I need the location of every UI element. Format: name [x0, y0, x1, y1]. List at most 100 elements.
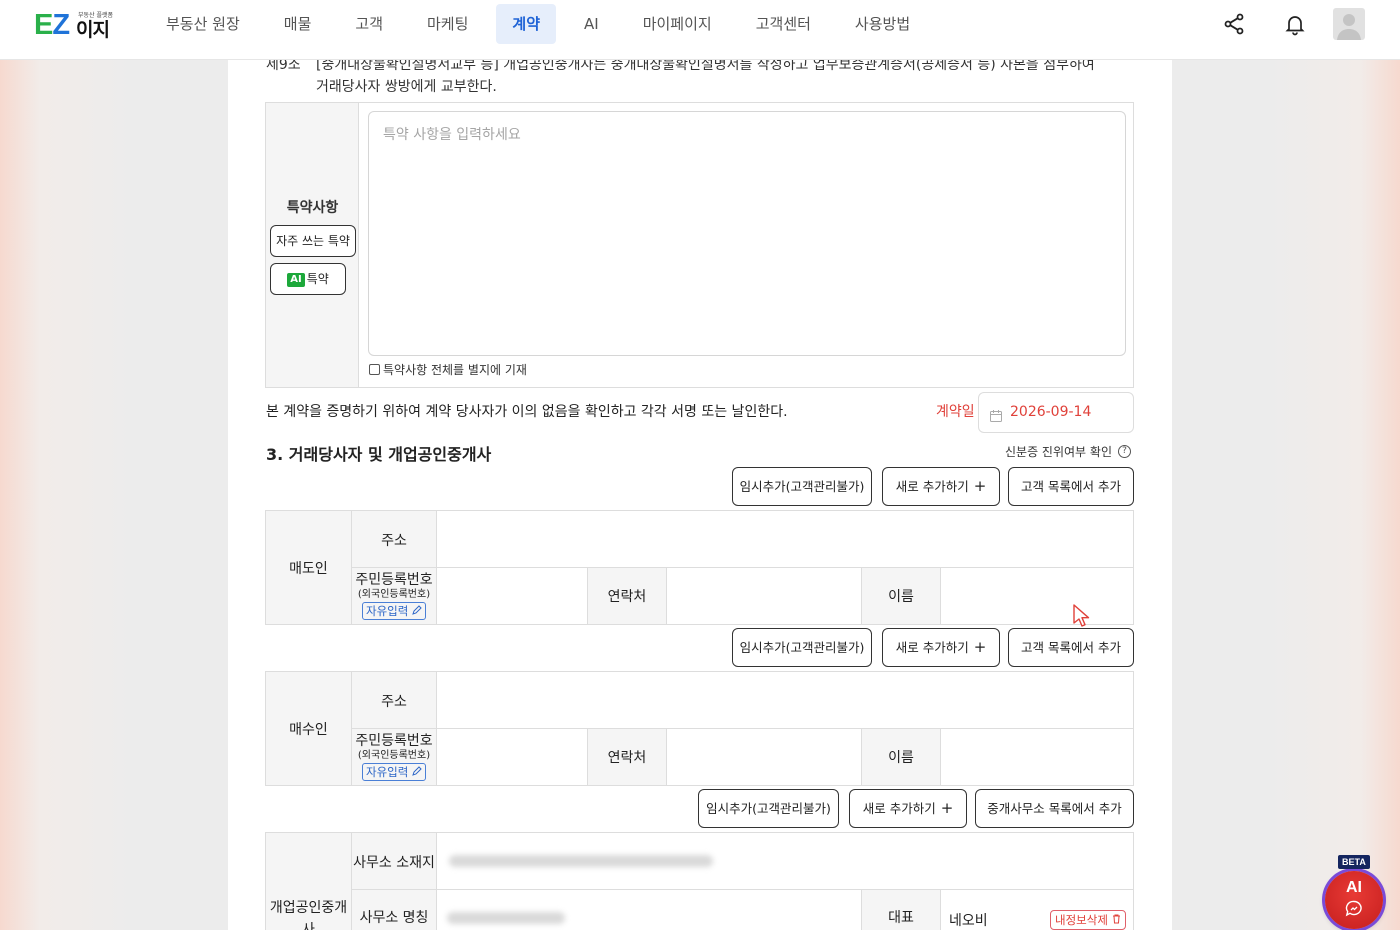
- seller-name-label: 이름: [861, 567, 940, 624]
- agent-role-label: 개업공인중개사: [266, 833, 351, 930]
- avatar[interactable]: [1333, 8, 1365, 40]
- agent-office-name-label: 사무소 명칭: [351, 889, 436, 930]
- nav-ai[interactable]: AI: [568, 4, 615, 44]
- separate-sheet-checkbox[interactable]: [369, 364, 380, 375]
- new-add-label: 새로 추가하기: [862, 801, 936, 816]
- buyer-from-customers-button[interactable]: 고객 목록에서 추가: [1008, 628, 1134, 667]
- buyer-name-label: 이름: [861, 728, 940, 785]
- ai-terms-button[interactable]: AI 특약: [270, 263, 346, 295]
- buyer-table: 매수인 주소 주민등록번호 (외국인등록번호) 자유입력 연락처 이름: [265, 671, 1134, 786]
- agent-rep-label: 대표: [861, 889, 940, 930]
- special-terms-input[interactable]: [368, 111, 1126, 356]
- id-verification-link[interactable]: 신분증 진위여부 확인 ?: [1005, 443, 1131, 460]
- section-3-title: 3. 거래당사자 및 개업공인중개사: [266, 445, 492, 464]
- nav-customers[interactable]: 고객: [339, 4, 399, 44]
- nav-ledger[interactable]: 부동산 원장: [150, 4, 256, 44]
- contract-date-value: 2026-09-14: [1010, 404, 1092, 420]
- agent-temp-add-button[interactable]: 임시추가(고객관리불가): [698, 789, 839, 828]
- logo[interactable]: EZ 부동산 플랫폼 이지: [34, 9, 114, 41]
- seller-contact-label: 연락처: [587, 567, 666, 624]
- confirmation-text: 본 계약을 증명하기 위하여 계약 당사자가 이의 없음을 확인하고 각각 서명…: [266, 404, 788, 420]
- agent-office-name-field[interactable]: [436, 889, 861, 930]
- trash-icon: [1112, 914, 1120, 924]
- pencil-icon: [412, 766, 422, 776]
- seller-temp-add-button[interactable]: 임시추가(고객관리불가): [732, 467, 872, 506]
- agent-from-offices-button[interactable]: 중개사무소 목록에서 추가: [975, 789, 1134, 828]
- buyer-address-field[interactable]: [436, 672, 1133, 729]
- ai-terms-label: 특약: [306, 272, 329, 286]
- id-verification-label: 신분증 진위여부 확인: [1005, 445, 1112, 459]
- agent-new-add-button[interactable]: 새로 추가하기 +: [849, 789, 967, 828]
- seller-new-add-button[interactable]: 새로 추가하기 +: [882, 467, 1000, 506]
- buyer-rrn-label-cell: 주민등록번호 (외국인등록번호) 자유입력: [351, 728, 436, 785]
- agent-rep-field: 네오비 내정보삭제: [940, 889, 1133, 930]
- special-terms-title: 특약사항: [286, 200, 339, 216]
- seller-contact-field[interactable]: [666, 567, 861, 624]
- chat-icon: [1345, 900, 1362, 917]
- buyer-address-label: 주소: [351, 672, 436, 729]
- mouse-cursor: [1072, 603, 1092, 633]
- buyer-contact-field[interactable]: [666, 728, 861, 785]
- seller-rrn-field[interactable]: [436, 567, 587, 624]
- frequent-terms-button[interactable]: 자주 쓰는 특약: [270, 225, 356, 257]
- agent-office-address-field[interactable]: [436, 833, 1133, 890]
- nav-howto[interactable]: 사용방법: [839, 4, 926, 44]
- contract-date-label: 계약일: [936, 404, 975, 420]
- buyer-name-field[interactable]: [940, 728, 1133, 785]
- seller-from-customers-button[interactable]: 고객 목록에서 추가: [1008, 467, 1134, 506]
- ai-assistant-label: AI: [1346, 879, 1362, 896]
- special-terms-section: 특약사항 자주 쓰는 특약 AI특약 특약사항 전체를 별지에 기재: [265, 102, 1134, 388]
- blurred-office-name: [447, 912, 565, 924]
- buyer-rrn-sub-label: (외국인등록번호): [357, 750, 431, 761]
- separate-sheet-label: 특약사항 전체를 별지에 기재: [383, 363, 527, 377]
- seller-rrn-label: 주민등록번호: [355, 572, 433, 588]
- free-input-label: 자유입력: [366, 604, 409, 618]
- free-input-label: 자유입력: [366, 765, 409, 779]
- beta-badge: BETA: [1338, 855, 1370, 869]
- separate-sheet-option[interactable]: 특약사항 전체를 별지에 기재: [369, 361, 527, 378]
- main-nav: 부동산 원장 매물 고객 마케팅 계약 AI 마이페이지 고객센터 사용방법: [150, 4, 938, 44]
- special-terms-label-cell: 특약사항 자주 쓰는 특약 AI 특약: [266, 103, 359, 387]
- new-add-label: 새로 추가하기: [895, 479, 969, 494]
- seller-free-input-button[interactable]: 자유입력: [362, 602, 426, 620]
- seller-rrn-sub-label: (외국인등록번호): [357, 589, 431, 600]
- buyer-rrn-label: 주민등록번호: [355, 733, 433, 749]
- nav-listings[interactable]: 매물: [268, 4, 328, 44]
- seller-role-label: 매도인: [266, 511, 351, 624]
- agent-rep-name: 네오비: [949, 913, 988, 929]
- plus-icon: +: [940, 799, 954, 817]
- ai-badge: AI: [287, 273, 305, 287]
- nav-mypage[interactable]: 마이페이지: [627, 4, 728, 44]
- seller-table: 매도인 주소 주민등록번호 (외국인등록번호) 자유입력 연락처 이름: [265, 510, 1134, 625]
- help-icon[interactable]: ?: [1118, 445, 1131, 458]
- agent-table: 개업공인중개사 사무소 소재지 사무소 명칭 대표 네오비 내정보삭제: [265, 832, 1134, 930]
- buyer-free-input-button[interactable]: 자유입력: [362, 763, 426, 781]
- logo-ez: EZ: [34, 9, 70, 41]
- contract-date-input[interactable]: 2026-09-14: [978, 392, 1134, 433]
- calendar-icon: [990, 407, 1002, 426]
- seller-rrn-label-cell: 주민등록번호 (외국인등록번호) 자유입력: [351, 567, 436, 624]
- seller-address-label: 주소: [351, 511, 436, 568]
- seller-address-field[interactable]: [436, 511, 1133, 568]
- new-add-label: 새로 추가하기: [895, 640, 969, 655]
- delete-my-info-label: 내정보삭제: [1055, 913, 1108, 927]
- buyer-contact-label: 연락처: [587, 728, 666, 785]
- bell-icon[interactable]: [1283, 12, 1307, 36]
- ai-assistant-button[interactable]: AI: [1325, 871, 1383, 929]
- nav-marketing[interactable]: 마케팅: [411, 4, 484, 44]
- logo-ij: 이지: [76, 19, 110, 41]
- top-navigation-bar: EZ 부동산 플랫폼 이지 부동산 원장 매물 고객 마케팅 계약 AI 마이페…: [0, 0, 1400, 60]
- buyer-new-add-button[interactable]: 새로 추가하기 +: [882, 628, 1000, 667]
- share-icon[interactable]: [1222, 12, 1246, 36]
- buyer-role-label: 매수인: [266, 672, 351, 785]
- delete-my-info-button[interactable]: 내정보삭제: [1050, 910, 1126, 930]
- agent-office-address-label: 사무소 소재지: [351, 833, 436, 890]
- pencil-icon: [412, 605, 422, 615]
- article-text: [중개대상물확인설명서교부 등] 개업공인중개사는 중개대상물확인설명서를 작성…: [316, 57, 1095, 95]
- seller-name-field[interactable]: [940, 567, 1133, 624]
- buyer-temp-add-button[interactable]: 임시추가(고객관리불가): [732, 628, 872, 667]
- nav-support[interactable]: 고객센터: [740, 4, 827, 44]
- buyer-rrn-field[interactable]: [436, 728, 587, 785]
- plus-icon: +: [973, 638, 987, 656]
- nav-contract[interactable]: 계약: [496, 4, 557, 44]
